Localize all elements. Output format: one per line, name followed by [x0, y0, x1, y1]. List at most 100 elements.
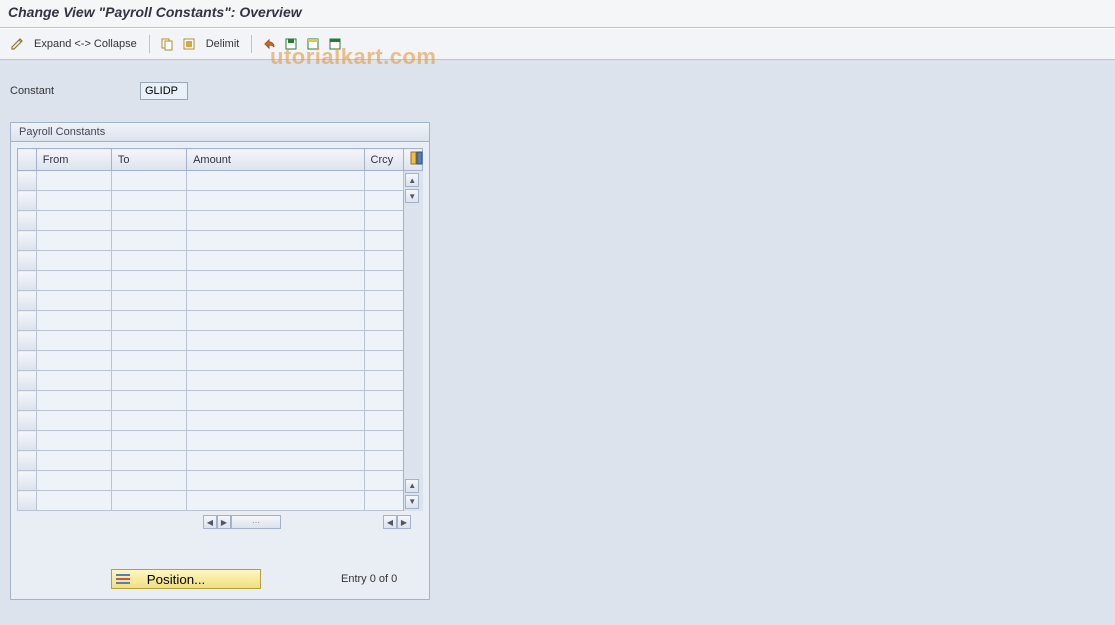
table-config-icon[interactable]	[404, 149, 423, 171]
cell[interactable]	[364, 291, 404, 311]
save-variant-icon[interactable]	[282, 35, 300, 53]
cell[interactable]	[36, 291, 111, 311]
cell[interactable]	[364, 231, 404, 251]
scroll-down-icon[interactable]: ▼	[405, 495, 419, 509]
col-from[interactable]: From	[36, 149, 111, 171]
cell[interactable]	[111, 251, 186, 271]
row-selector[interactable]	[18, 471, 37, 491]
scroll-right-icon[interactable]: ▶	[397, 515, 411, 529]
cell[interactable]	[364, 191, 404, 211]
cell[interactable]	[364, 371, 404, 391]
cell[interactable]	[36, 191, 111, 211]
row-selector[interactable]	[18, 371, 37, 391]
cell[interactable]	[111, 431, 186, 451]
cell[interactable]	[364, 391, 404, 411]
expand-collapse-button[interactable]: Expand <-> Collapse	[30, 38, 141, 50]
cell[interactable]	[36, 471, 111, 491]
undo-icon[interactable]	[260, 35, 278, 53]
col-crcy[interactable]: Crcy	[364, 149, 404, 171]
cell[interactable]	[187, 171, 364, 191]
scroll-right-icon[interactable]: ▶	[217, 515, 231, 529]
cell[interactable]	[364, 211, 404, 231]
cell[interactable]	[36, 431, 111, 451]
cell[interactable]	[111, 351, 186, 371]
cell[interactable]	[187, 291, 364, 311]
select-all-icon[interactable]	[180, 35, 198, 53]
cell[interactable]	[111, 191, 186, 211]
cell[interactable]	[187, 211, 364, 231]
cell[interactable]	[111, 231, 186, 251]
cell[interactable]	[36, 391, 111, 411]
col-to[interactable]: To	[111, 149, 186, 171]
cell[interactable]	[36, 171, 111, 191]
cell[interactable]	[111, 331, 186, 351]
cell[interactable]	[36, 311, 111, 331]
row-selector[interactable]	[18, 171, 37, 191]
cell[interactable]	[187, 391, 364, 411]
cell[interactable]	[36, 251, 111, 271]
toggle-change-icon[interactable]	[8, 35, 26, 53]
row-selector[interactable]	[18, 411, 37, 431]
constant-input[interactable]	[140, 82, 188, 100]
cell[interactable]	[364, 271, 404, 291]
row-selector[interactable]	[18, 391, 37, 411]
cell[interactable]	[364, 251, 404, 271]
cell[interactable]	[187, 451, 364, 471]
cell[interactable]	[111, 451, 186, 471]
cell[interactable]	[364, 331, 404, 351]
row-selector[interactable]	[18, 491, 37, 511]
row-selector[interactable]	[18, 211, 37, 231]
cell[interactable]	[187, 231, 364, 251]
row-selector[interactable]	[18, 351, 37, 371]
cell[interactable]	[364, 171, 404, 191]
cell[interactable]	[111, 411, 186, 431]
scroll-up-icon[interactable]: ▲	[405, 173, 419, 187]
cell[interactable]	[187, 471, 364, 491]
cell[interactable]	[111, 291, 186, 311]
row-selector[interactable]	[18, 191, 37, 211]
cell[interactable]	[36, 411, 111, 431]
delimit-button[interactable]: Delimit	[202, 38, 244, 50]
cell[interactable]	[364, 311, 404, 331]
scroll-left-icon[interactable]: ◀	[383, 515, 397, 529]
cell[interactable]	[36, 451, 111, 471]
cell[interactable]	[187, 331, 364, 351]
cell[interactable]	[36, 231, 111, 251]
copy-icon[interactable]	[158, 35, 176, 53]
row-selector[interactable]	[18, 451, 37, 471]
cell[interactable]	[111, 171, 186, 191]
cell[interactable]	[364, 491, 404, 511]
cell[interactable]	[111, 211, 186, 231]
cell[interactable]	[187, 251, 364, 271]
cell[interactable]	[187, 311, 364, 331]
row-selector[interactable]	[18, 251, 37, 271]
cell[interactable]	[36, 491, 111, 511]
scroll-up-icon[interactable]: ▼	[405, 189, 419, 203]
cell[interactable]	[187, 371, 364, 391]
cell[interactable]	[364, 471, 404, 491]
cell[interactable]	[364, 431, 404, 451]
cell[interactable]	[111, 471, 186, 491]
position-button[interactable]: Position...	[111, 569, 261, 589]
cell[interactable]	[36, 331, 111, 351]
cell[interactable]	[36, 271, 111, 291]
cell[interactable]	[36, 371, 111, 391]
row-selector[interactable]	[18, 271, 37, 291]
cell[interactable]	[187, 271, 364, 291]
cell[interactable]	[187, 431, 364, 451]
cell[interactable]	[364, 351, 404, 371]
cell[interactable]	[364, 411, 404, 431]
select-block-icon[interactable]	[304, 35, 322, 53]
row-selector[interactable]	[18, 291, 37, 311]
cell[interactable]	[187, 411, 364, 431]
cell[interactable]	[111, 271, 186, 291]
row-selector[interactable]	[18, 311, 37, 331]
scroll-left-icon[interactable]: ◀	[203, 515, 217, 529]
row-selector[interactable]	[18, 231, 37, 251]
hscroll-thumb[interactable]: ⋯	[231, 515, 281, 529]
cell[interactable]	[364, 451, 404, 471]
deselect-block-icon[interactable]	[326, 35, 344, 53]
cell[interactable]	[111, 391, 186, 411]
cell[interactable]	[111, 371, 186, 391]
cell[interactable]	[111, 311, 186, 331]
